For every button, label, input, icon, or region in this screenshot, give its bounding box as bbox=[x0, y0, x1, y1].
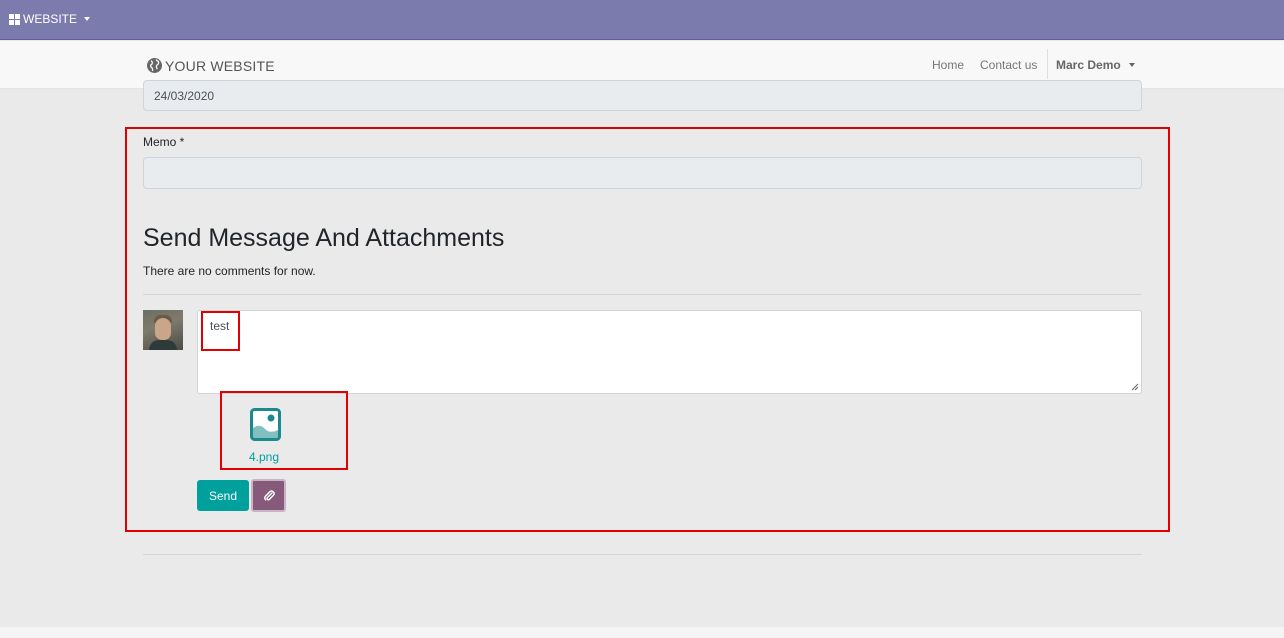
nav-divider bbox=[1047, 49, 1048, 79]
highlight-box-text bbox=[201, 311, 240, 351]
website-menu[interactable]: WEBSITE bbox=[9, 12, 91, 26]
highlight-box-section bbox=[125, 127, 1170, 532]
globe-icon bbox=[147, 58, 162, 73]
footer bbox=[0, 627, 1284, 638]
nav-link-contact-us[interactable]: Contact us bbox=[980, 58, 1037, 72]
date-field[interactable]: 24/03/2020 bbox=[143, 80, 1142, 111]
website-menu-label: WEBSITE bbox=[23, 12, 78, 26]
apps-grid-icon bbox=[9, 13, 20, 25]
user-name: Marc Demo bbox=[1056, 58, 1121, 72]
divider bbox=[143, 554, 1142, 555]
brand-logo[interactable]: YOUR WEBSITE bbox=[146, 57, 275, 74]
highlight-box-attachment bbox=[220, 391, 348, 470]
user-menu[interactable]: Marc Demo bbox=[1056, 58, 1135, 72]
caret-down-icon bbox=[84, 17, 91, 21]
caret-down-icon bbox=[1128, 63, 1135, 67]
nav-link-home[interactable]: Home bbox=[932, 58, 964, 72]
top-menu-bar: WEBSITE bbox=[0, 0, 1284, 40]
brand-name: YOUR WEBSITE bbox=[165, 57, 275, 74]
